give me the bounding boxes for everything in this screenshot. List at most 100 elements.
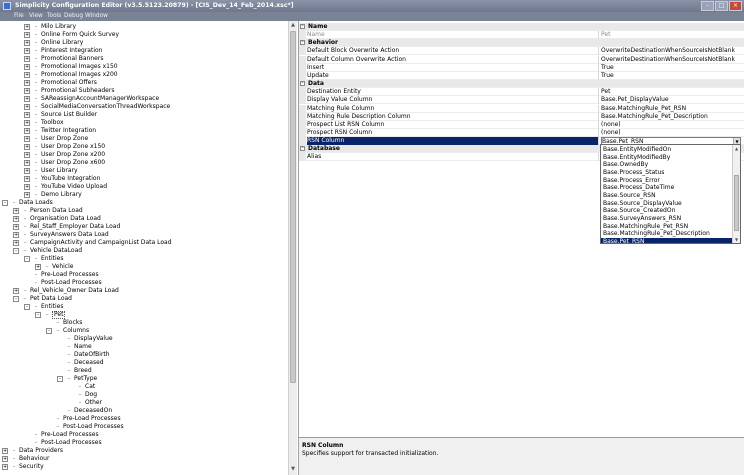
tree-item[interactable]: - – Columns xyxy=(0,327,288,335)
collapse-icon[interactable]: - xyxy=(300,40,305,46)
expand-icon[interactable]: + xyxy=(24,144,30,150)
expand-icon[interactable]: + xyxy=(35,264,41,270)
tree-item[interactable]: + – Twitter Integration xyxy=(0,127,288,135)
dropdown-scrollbar[interactable]: ▲ ▼ xyxy=(732,145,740,243)
property-value[interactable]: Pet xyxy=(601,31,741,39)
expand-icon[interactable]: + xyxy=(24,32,30,38)
collapse-icon[interactable]: - xyxy=(2,200,8,206)
tree-item[interactable]: + – Milo Library xyxy=(0,23,288,31)
collapse-icon[interactable]: - xyxy=(57,376,63,382)
collapse-icon[interactable]: - xyxy=(13,296,19,302)
property-row[interactable]: Default Column Overwrite Action Overwrite… xyxy=(299,55,744,64)
tree-item[interactable]: + – Toolbox xyxy=(0,119,288,127)
property-value[interactable]: Base.MatchingRule_Pet_Description xyxy=(601,113,741,121)
dropdown-option[interactable]: Base.MatchingRule_Pet_Description xyxy=(601,230,732,238)
tree-item[interactable]: - – Pet xyxy=(0,311,288,319)
tree-item[interactable]: + – User Drop Zone xyxy=(0,135,288,143)
property-category[interactable]: - Behavior xyxy=(299,39,744,48)
property-row[interactable]: Matching Rule Description Column Base.Mat… xyxy=(299,112,744,121)
collapse-icon[interactable]: - xyxy=(35,312,41,318)
minimize-button[interactable]: – xyxy=(701,1,714,11)
configuration-tree[interactable]: + – Milo Library + – Online Form Quick Survey… xyxy=(0,21,288,475)
close-button[interactable]: × xyxy=(729,1,742,11)
expand-icon[interactable]: + xyxy=(24,128,30,134)
property-row[interactable]: Destination Entity Pet xyxy=(299,88,744,97)
tree-item[interactable]: + – User Drop Zone x600 xyxy=(0,159,288,167)
dropdown-option[interactable]: Base.EntityModifiedOn xyxy=(601,146,732,154)
scroll-up-icon[interactable]: ▲ xyxy=(289,21,297,30)
property-value[interactable]: Pet xyxy=(601,88,741,96)
tree-item[interactable]: – Pre-Load Processes xyxy=(0,431,288,439)
tree-item[interactable]: – Post-Load Processes xyxy=(0,439,288,447)
expand-icon[interactable]: + xyxy=(24,136,30,142)
dropdown-option[interactable]: Base.Source_RSN xyxy=(601,192,732,200)
expand-icon[interactable]: + xyxy=(2,448,8,454)
tree-item[interactable]: – Deceased xyxy=(0,359,288,367)
property-value[interactable]: (none) xyxy=(601,129,741,137)
tree-item[interactable]: + – SAReassignAccountManagerWorkspace xyxy=(0,95,288,103)
tree-item[interactable]: – Blocks xyxy=(0,319,288,327)
tree-item[interactable]: - – PetType xyxy=(0,375,288,383)
dropdown-option[interactable]: Base.Pet_RSN xyxy=(601,237,732,243)
menu-view[interactable]: View xyxy=(29,13,43,19)
expand-icon[interactable]: + xyxy=(24,40,30,46)
property-row[interactable]: Default Block Overwrite Action OverwriteD… xyxy=(299,47,744,56)
tree-item[interactable]: + – Person Data Load xyxy=(0,207,288,215)
tree-item[interactable]: + – Promotional Images x200 xyxy=(0,71,288,79)
dropdown-option[interactable]: Base.Process_Error xyxy=(601,177,732,185)
property-value[interactable]: Base.Pet_DisplayValue xyxy=(601,96,741,104)
property-value[interactable]: OverwriteDestinationWhenSourceIsNotBlank xyxy=(601,56,741,64)
dropdown-option[interactable]: Base.Process_DateTime xyxy=(601,184,732,192)
scroll-down-icon[interactable]: ▼ xyxy=(289,465,297,474)
tree-item[interactable]: + – Behaviour xyxy=(0,455,288,463)
tree-item[interactable]: + – Demo Library xyxy=(0,191,288,199)
expand-icon[interactable]: + xyxy=(24,96,30,102)
tree-item[interactable]: + – Vehicle xyxy=(0,263,288,271)
expand-icon[interactable]: + xyxy=(24,80,30,86)
tree-item[interactable]: – Other xyxy=(0,399,288,407)
expand-icon[interactable]: + xyxy=(13,216,19,222)
dropdown-scroll-down-icon[interactable]: ▼ xyxy=(733,236,740,243)
tree-item[interactable]: - – Pet Data Load xyxy=(0,295,288,303)
property-value[interactable]: True xyxy=(601,72,741,80)
expand-icon[interactable]: + xyxy=(24,56,30,62)
tree-item[interactable]: - – Entities xyxy=(0,303,288,311)
expand-icon[interactable]: + xyxy=(24,64,30,70)
property-row[interactable]: Update True xyxy=(299,71,744,80)
property-row[interactable]: Prospect RSN Column (none) xyxy=(299,128,744,137)
dropdown-option[interactable]: Base.Source_DisplayValue xyxy=(601,200,732,208)
scrollbar-thumb[interactable] xyxy=(290,31,296,383)
expand-icon[interactable]: + xyxy=(2,464,8,470)
property-row[interactable]: Matching Rule Column Base.MatchingRule_Pe… xyxy=(299,104,744,113)
maximize-button[interactable]: □ xyxy=(715,1,728,11)
property-category[interactable]: - Name xyxy=(299,23,744,31)
collapse-icon[interactable]: - xyxy=(300,81,305,87)
property-category[interactable]: - Data xyxy=(299,80,744,89)
tree-item[interactable]: + – Rel_Vehicle_Owner Data Load xyxy=(0,287,288,295)
tree-item[interactable]: + – Promotional Subheaders xyxy=(0,87,288,95)
expand-icon[interactable]: + xyxy=(24,104,30,110)
collapse-icon[interactable]: - xyxy=(46,328,52,334)
collapse-icon[interactable]: - xyxy=(13,248,19,254)
tree-item[interactable]: - – Data Loads xyxy=(0,199,288,207)
expand-icon[interactable]: + xyxy=(13,240,19,246)
dropdown-option[interactable]: Base.EntityModifiedBy xyxy=(601,154,732,162)
expand-icon[interactable]: + xyxy=(24,184,30,190)
collapse-icon[interactable]: - xyxy=(300,24,305,29)
tree-item[interactable]: + – CampaignActivity and CampaignList Data… xyxy=(0,239,288,247)
tree-item[interactable]: + – Online Library xyxy=(0,39,288,47)
tree-item[interactable]: + – Rel_Staff_Employer Data Load xyxy=(0,223,288,231)
property-row[interactable]: Display Value Column Base.Pet_DisplayValu… xyxy=(299,96,744,105)
tree-item[interactable]: + – Security xyxy=(0,463,288,471)
tree-item[interactable]: + – YouTube Video Upload xyxy=(0,183,288,191)
dropdown-scrollbar-thumb[interactable] xyxy=(734,175,739,231)
tree-item[interactable]: + – User Library xyxy=(0,167,288,175)
property-value[interactable]: True xyxy=(601,64,741,72)
expand-icon[interactable]: + xyxy=(24,192,30,198)
property-row[interactable]: Name Pet xyxy=(299,31,744,40)
tree-item[interactable]: - – Vehicle DataLoad xyxy=(0,247,288,255)
tree-item[interactable]: – Pre-Load Processes xyxy=(0,415,288,423)
tree-item[interactable]: + – Data Providers xyxy=(0,447,288,455)
expand-icon[interactable]: + xyxy=(2,456,8,462)
tree-item[interactable]: - – Entities xyxy=(0,255,288,263)
